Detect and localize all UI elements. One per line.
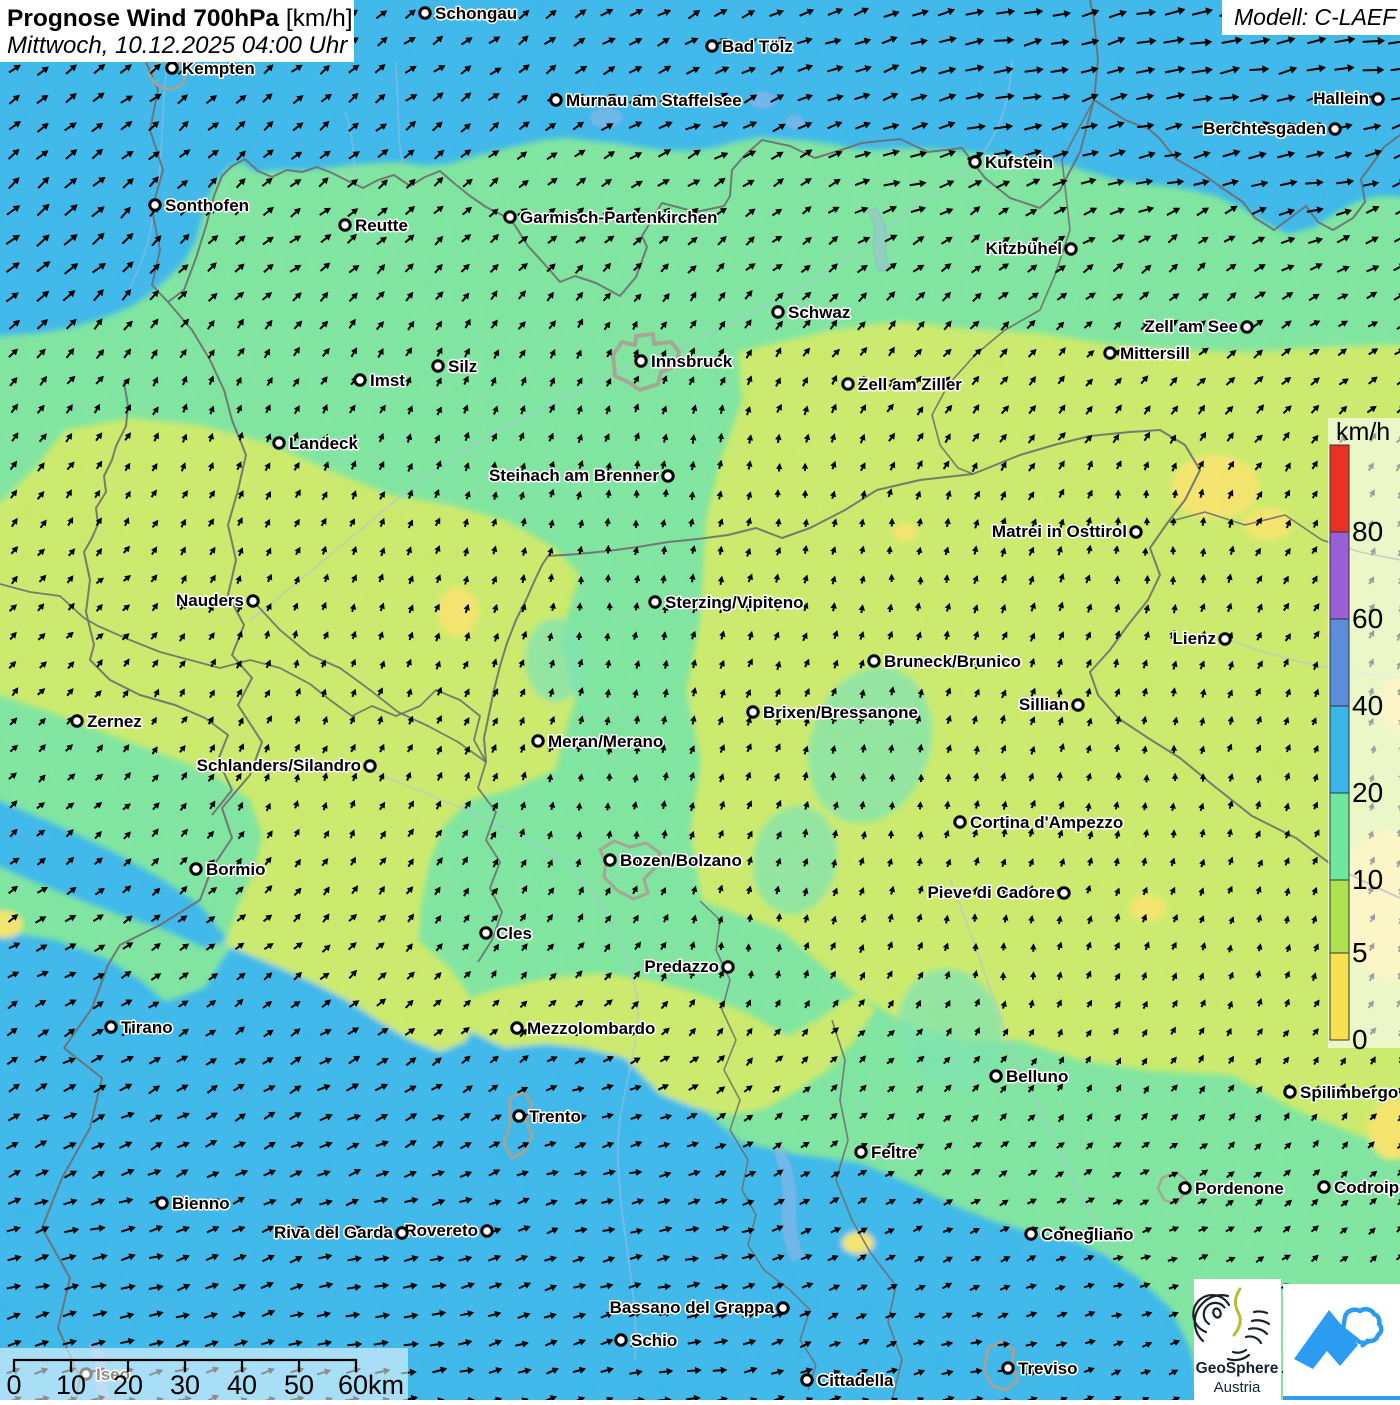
svg-text:Riva del Garda: Riva del Garda <box>274 1223 394 1242</box>
svg-text:Nauders: Nauders <box>176 591 244 610</box>
svg-text:Rovereto: Rovereto <box>404 1221 478 1240</box>
svg-text:Garmisch-Partenkirchen: Garmisch-Partenkirchen <box>520 208 717 227</box>
svg-text:Bad Tölz: Bad Tölz <box>722 37 793 56</box>
svg-text:Bienno: Bienno <box>172 1194 230 1213</box>
svg-text:0: 0 <box>1352 1024 1368 1055</box>
svg-text:Murnau am Staffelsee: Murnau am Staffelsee <box>566 91 742 110</box>
svg-text:Belluno: Belluno <box>1006 1067 1068 1086</box>
svg-text:Feltre: Feltre <box>871 1143 917 1162</box>
svg-text:Brixen/Bressanone: Brixen/Bressanone <box>763 703 918 722</box>
svg-text:30: 30 <box>170 1370 200 1400</box>
svg-text:Imst: Imst <box>370 371 405 390</box>
svg-text:Landeck: Landeck <box>289 434 359 453</box>
svg-text:Modell: C-LAEF: Modell: C-LAEF <box>1234 4 1398 30</box>
svg-text:Bassano del Grappa: Bassano del Grappa <box>610 1298 775 1317</box>
svg-text:Treviso: Treviso <box>1018 1359 1078 1378</box>
svg-text:GeoSphere: GeoSphere <box>1196 1360 1279 1377</box>
svg-text:Mittersill: Mittersill <box>1120 344 1190 363</box>
svg-text:Bruneck/Brunico: Bruneck/Brunico <box>884 652 1021 671</box>
svg-text:Hallein: Hallein <box>1313 89 1369 108</box>
svg-text:Schlanders/Silandro: Schlanders/Silandro <box>197 756 361 775</box>
svg-text:Cortina d'Ampezzo: Cortina d'Ampezzo <box>970 813 1123 832</box>
svg-text:Pordenone: Pordenone <box>1195 1179 1284 1198</box>
svg-text:Berchtesgaden: Berchtesgaden <box>1203 119 1326 138</box>
svg-text:Cittadella: Cittadella <box>817 1371 894 1390</box>
svg-text:Bormio: Bormio <box>206 860 266 879</box>
svg-text:Innsbruck: Innsbruck <box>651 352 733 371</box>
svg-text:Zell am See: Zell am See <box>1144 317 1238 336</box>
svg-text:20: 20 <box>113 1370 143 1400</box>
svg-text:Pieve di Cadore: Pieve di Cadore <box>927 883 1055 902</box>
svg-text:Prognose Wind 700hPa [km/h]: Prognose Wind 700hPa [km/h] <box>7 5 353 32</box>
svg-text:Trento: Trento <box>529 1107 581 1126</box>
svg-text:Reutte: Reutte <box>355 216 408 235</box>
svg-text:Lienz: Lienz <box>1173 629 1216 648</box>
svg-text:Silz: Silz <box>448 357 477 376</box>
svg-text:Mittwoch, 10.12.2025 04:00 Uhr: Mittwoch, 10.12.2025 04:00 Uhr <box>7 32 348 59</box>
svg-text:Tirano: Tirano <box>121 1018 173 1037</box>
svg-text:0: 0 <box>6 1370 21 1400</box>
svg-text:km/h: km/h <box>1336 418 1390 446</box>
svg-text:Schio: Schio <box>631 1331 677 1350</box>
svg-text:Meran/Merano: Meran/Merano <box>548 732 663 751</box>
svg-text:10: 10 <box>1352 864 1383 895</box>
svg-text:Predazzo: Predazzo <box>644 957 719 976</box>
svg-text:Spilimbergo: Spilimbergo <box>1300 1083 1398 1102</box>
svg-text:Kitzbühel: Kitzbühel <box>986 239 1063 258</box>
svg-text:Austria: Austria <box>1214 1379 1261 1396</box>
svg-text:40: 40 <box>1352 690 1383 721</box>
svg-text:Schwaz: Schwaz <box>788 303 850 322</box>
svg-text:Sterzing/Vipiteno: Sterzing/Vipiteno <box>665 593 804 612</box>
svg-text:20: 20 <box>1352 777 1383 808</box>
svg-text:Kufstein: Kufstein <box>985 153 1053 172</box>
svg-text:80: 80 <box>1352 516 1383 547</box>
svg-text:60km: 60km <box>338 1370 404 1400</box>
svg-text:Bozen/Bolzano: Bozen/Bolzano <box>620 851 742 870</box>
svg-text:Zernez: Zernez <box>87 712 142 731</box>
svg-text:Cles: Cles <box>496 924 532 943</box>
svg-text:50: 50 <box>284 1370 314 1400</box>
svg-text:Matrei in Osttirol: Matrei in Osttirol <box>992 522 1127 541</box>
svg-text:Mezzolombardo: Mezzolombardo <box>527 1019 655 1038</box>
svg-text:Conegliano: Conegliano <box>1041 1225 1134 1244</box>
svg-text:Codroipo: Codroipo <box>1334 1178 1400 1197</box>
svg-text:Zell am Ziller: Zell am Ziller <box>858 375 962 394</box>
svg-text:Sonthofen: Sonthofen <box>165 196 249 215</box>
svg-text:40: 40 <box>227 1370 257 1400</box>
svg-text:60: 60 <box>1352 603 1383 634</box>
svg-text:Schongau: Schongau <box>435 4 517 23</box>
svg-text:5: 5 <box>1352 937 1368 968</box>
svg-text:Steinach am Brenner: Steinach am Brenner <box>489 466 659 485</box>
svg-text:Sillian: Sillian <box>1019 695 1069 714</box>
svg-text:10: 10 <box>56 1370 86 1400</box>
